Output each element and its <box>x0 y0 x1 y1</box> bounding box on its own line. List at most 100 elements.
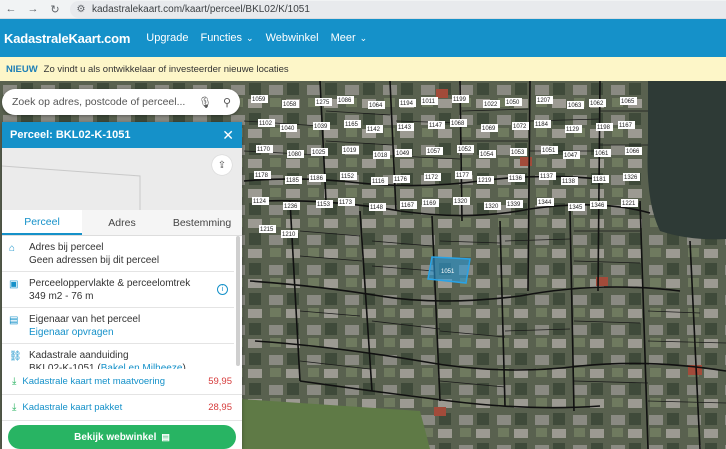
search-input[interactable] <box>12 96 192 108</box>
tab-bestemming[interactable]: Bestemming <box>162 210 242 235</box>
parcel-number-label[interactable]: 1339 <box>506 200 523 208</box>
parcel-number-label[interactable]: 1040 <box>280 124 297 132</box>
parcel-number-label[interactable]: 1165 <box>344 120 361 128</box>
parcel-number-label[interactable]: 1142 <box>366 125 383 133</box>
parcel-number-label[interactable]: 1062 <box>589 99 606 107</box>
parcel-number-label[interactable]: 1198 <box>596 123 613 131</box>
parcel-number-label[interactable]: 1167 <box>618 121 635 129</box>
parcel-number-label[interactable]: 1124 <box>252 197 269 205</box>
parcel-number-label[interactable]: 1143 <box>397 123 414 131</box>
parcel-number-label[interactable]: 1181 <box>592 175 609 183</box>
parcel-number-label[interactable]: 1210 <box>281 230 298 238</box>
parcel-number-label[interactable]: 1346 <box>590 201 607 209</box>
parcel-number-label[interactable]: 1063 <box>567 101 584 109</box>
parcel-number-label[interactable]: 1170 <box>256 145 273 153</box>
address-bar[interactable]: ⚙ kadastralekaart.com/kaart/perceel/BKL0… <box>70 1 726 18</box>
parcel-number-label[interactable]: 1068 <box>450 119 467 127</box>
parcel-number-label[interactable]: 1050 <box>505 98 522 106</box>
parcel-number-label[interactable]: 1169 <box>422 199 439 207</box>
parcel-number-label[interactable]: 1221 <box>621 199 638 207</box>
parcel-number-label[interactable]: 1129 <box>565 125 582 133</box>
parcel-number-label[interactable]: 1086 <box>337 96 354 104</box>
parcel-number-label[interactable]: 1025 <box>311 148 328 156</box>
parcel-number-label[interactable]: 1069 <box>481 124 498 132</box>
webshop-button[interactable]: Bekijk webwinkel ▤ <box>8 425 236 449</box>
parcel-number-label[interactable]: 1047 <box>563 151 580 159</box>
site-logo[interactable]: KadastraleKaart.com <box>4 31 130 46</box>
product-name: Kadastrale kaart met maatvoering <box>22 376 165 387</box>
parcel-number-label[interactable]: 1275 <box>315 98 332 106</box>
parcel-number-label[interactable]: 1186 <box>309 174 326 182</box>
reload-icon[interactable]: ↻ <box>44 0 66 19</box>
tab-perceel[interactable]: Perceel <box>2 210 82 235</box>
parcel-number-label[interactable]: 1019 <box>342 146 359 154</box>
tab-adres[interactable]: Adres <box>82 210 162 235</box>
parcel-number-label[interactable]: 1116 <box>371 177 388 185</box>
parcel-number-label[interactable]: 1058 <box>282 100 299 108</box>
parcel-number-label[interactable]: 1184 <box>534 120 551 128</box>
parcel-number-label[interactable]: 1176 <box>393 175 410 183</box>
parcel-number-label[interactable]: 1022 <box>483 100 500 108</box>
parcel-number-label[interactable]: 1219 <box>477 176 494 184</box>
parcel-number-label[interactable]: 1018 <box>373 151 390 159</box>
parcel-number-label[interactable]: 1065 <box>620 97 637 105</box>
parcel-number-label[interactable]: 1215 <box>259 225 276 233</box>
parcel-number-label[interactable]: 1049 <box>395 149 412 157</box>
parcel-number-label[interactable]: 1153 <box>316 200 333 208</box>
menu-item-webwinkel[interactable]: Webwinkel <box>266 32 319 44</box>
parcel-number-label[interactable]: 1167 <box>400 201 417 209</box>
parcel-number-label[interactable]: 1053 <box>510 148 527 156</box>
parcel-number-label[interactable]: 1039 <box>313 122 330 130</box>
parcel-number-label[interactable]: 1052 <box>457 145 474 153</box>
parcel-number-label[interactable]: 1102 <box>258 119 275 127</box>
product-item[interactable]: ⤓ Kadastrale kaart met maatvoering 59,95 <box>2 369 242 395</box>
back-icon[interactable]: ← <box>0 0 22 19</box>
parcel-number-label[interactable]: 1173 <box>338 198 355 206</box>
menu-item-functies[interactable]: Functies ⌄ <box>200 32 253 44</box>
parcel-number-label[interactable]: 1147 <box>428 121 445 129</box>
parcel-number-label[interactable]: 1064 <box>368 101 385 109</box>
parcel-number-label[interactable]: 1326 <box>623 173 640 181</box>
parcel-number-label[interactable]: 1199 <box>452 95 469 103</box>
menu-item-meer[interactable]: Meer ⌄ <box>331 32 368 44</box>
product-item[interactable]: ⤓ Kadastrale kaart pakket 28,95 <box>2 395 242 421</box>
microphone-icon[interactable]: 🎙 <box>196 93 214 111</box>
parcel-number-label[interactable]: 1172 <box>424 173 441 181</box>
parcel-number-label[interactable]: 1177 <box>455 171 472 179</box>
parcel-number-label[interactable]: 1138 <box>561 177 578 185</box>
panel-scrollbar[interactable] <box>236 236 240 366</box>
menu-item-upgrade[interactable]: Upgrade <box>146 32 188 44</box>
parcel-number-label[interactable]: 1057 <box>426 147 443 155</box>
parcel-number-label[interactable]: 1344 <box>537 198 554 206</box>
parcel-number-label[interactable]: 1152 <box>340 172 357 180</box>
parcel-number-label[interactable]: 1320 <box>453 197 470 205</box>
share-icon[interactable]: ⇪ <box>212 155 232 175</box>
news-text: Zo vindt u als ontwikkelaar of investeer… <box>43 63 289 75</box>
parcel-number-label[interactable]: 1137 <box>539 172 556 180</box>
parcel-number-label[interactable]: 1061 <box>594 149 611 157</box>
parcel-number-label[interactable]: 1236 <box>283 202 300 210</box>
search-icon[interactable]: ⚲ <box>218 93 236 111</box>
site-info-icon[interactable]: ⚙ <box>74 3 88 17</box>
news-banner[interactable]: NIEUW Zo vindt u als ontwikkelaar of inv… <box>0 57 726 81</box>
close-icon[interactable]: ✕ <box>222 127 234 144</box>
parcel-number-label[interactable]: 1059 <box>251 95 268 103</box>
parcel-number-label[interactable]: 1148 <box>369 203 386 211</box>
parcel-number-label[interactable]: 1066 <box>625 147 642 155</box>
forward-icon[interactable]: → <box>22 0 44 19</box>
parcel-number-label[interactable]: 1320 <box>484 202 501 210</box>
parcel-number-label[interactable]: 1136 <box>508 174 525 182</box>
parcel-number-label[interactable]: 1072 <box>512 122 529 130</box>
parcel-number-label[interactable]: 1054 <box>479 150 496 158</box>
owner-request-link[interactable]: Eigenaar opvragen <box>29 326 140 339</box>
parcel-number-label[interactable]: 1011 <box>421 97 438 105</box>
parcel-number-label[interactable]: 1051 <box>541 146 558 154</box>
parcel-number-label[interactable]: 1194 <box>399 99 416 107</box>
parcel-number-label[interactable]: 1185 <box>285 176 302 184</box>
info-row[interactable]: ▤ Eigenaar van het perceel Eigenaar opvrag… <box>2 308 234 344</box>
parcel-number-label[interactable]: 1345 <box>568 203 585 211</box>
parcel-number-label[interactable]: 1080 <box>287 150 304 158</box>
parcel-number-label[interactable]: 1207 <box>536 96 553 104</box>
info-icon[interactable]: i <box>217 284 228 295</box>
parcel-number-label[interactable]: 1178 <box>254 171 271 179</box>
